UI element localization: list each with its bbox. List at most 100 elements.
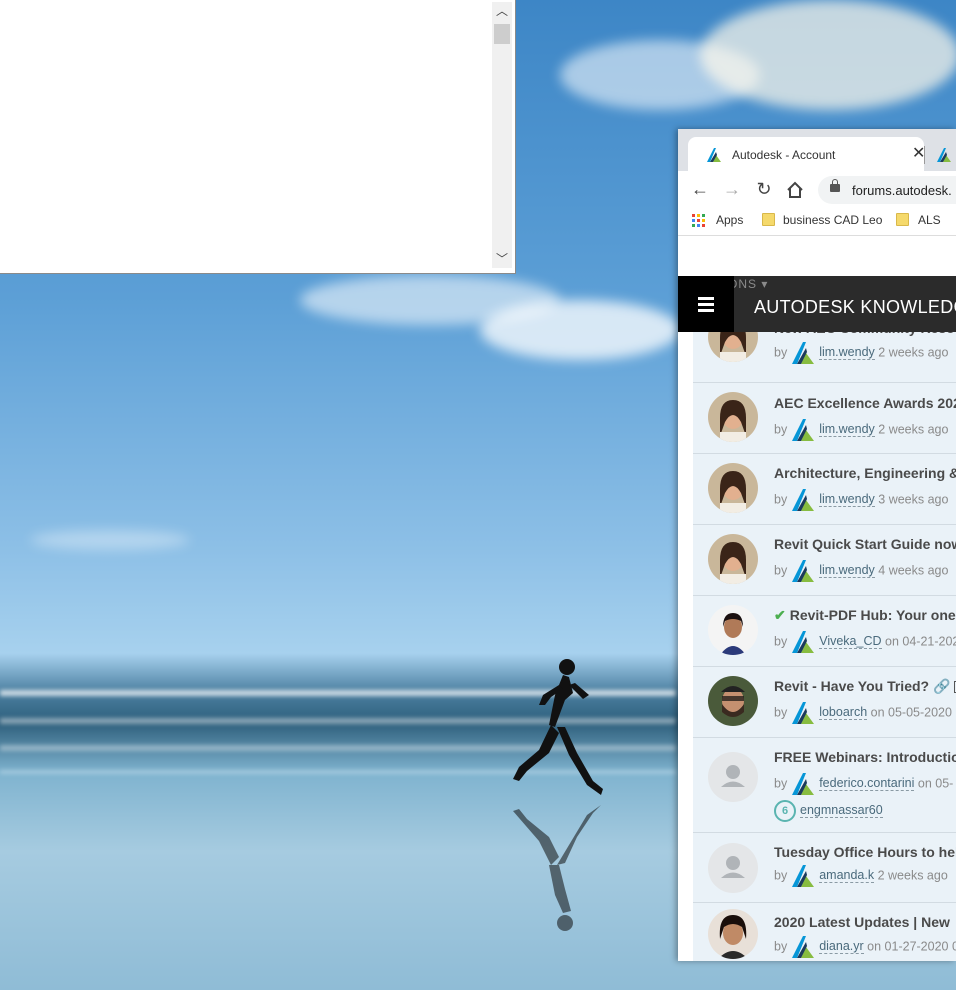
feed-item-title[interactable]: Revit Quick Start Guide now [774,536,956,552]
author-link[interactable]: lim.wendy [819,492,875,508]
feed-item-meta: by amanda.k 2 weeks ago [774,864,948,888]
feed-item-title-text: FREE Webinars: Introductio [774,749,956,765]
tab-title: Autodesk - Account [732,148,836,162]
author-link[interactable]: Viveka_CD [819,634,882,650]
feed-item-title-text: Revit Quick Start Guide now [774,536,956,552]
bookmark-business-cad-leo[interactable]: business CAD Leo [783,213,882,227]
feed-item[interactable]: FREE Webinars: Introductio by federico.con… [693,737,956,833]
post-time: 3 weeks ago [878,492,949,507]
reload-icon[interactable]: ↻ [753,179,775,200]
author-link[interactable]: amanda.k [819,868,875,884]
hamburger-menu-icon[interactable] [678,276,734,332]
vertical-scrollbar[interactable]: ︿ ﹀ [492,2,512,268]
autodesk-logo-icon [792,489,815,511]
feed-list: New AEC Community Resou by lim.wendy 2 wee… [693,332,956,961]
scroll-up-icon[interactable]: ︿ [492,2,512,20]
feed-item[interactable]: 2020 Latest Updates | New by diana.yr on 0… [693,902,956,961]
browser-toolbar: ← → ↻ forums.autodesk. [678,171,956,207]
author-link[interactable]: diana.yr [819,939,864,955]
scrollbar-thumb[interactable] [494,24,510,44]
tab-strip: Autodesk - Account ✕ [678,129,956,171]
avatar[interactable] [708,605,758,655]
avatar[interactable] [708,676,758,726]
author-link[interactable]: loboarch [819,705,868,721]
runner-reflection [513,805,601,931]
bookmarks-bar: Apps business CAD Leo ALS [678,207,956,236]
feed-item[interactable]: Architecture, Engineering & by lim.wendy 3… [693,453,956,525]
apps-grid-icon[interactable] [692,214,705,227]
feed-item-title-text: AEC Excellence Awards 2020 [774,395,956,411]
by-label: by [774,345,788,360]
feed-item-title[interactable]: Architecture, Engineering & [774,465,956,481]
user-photo [708,676,758,726]
by-label: by [774,939,788,954]
autodesk-logo-icon [792,773,815,795]
post-time: on 01-27-2020 0 [867,939,956,954]
autodesk-logo-icon [707,148,721,162]
user-photo [708,605,758,655]
author-link[interactable]: lim.wendy [819,345,875,361]
url-text: forums.autodesk. [852,183,952,198]
feed-item[interactable]: New AEC Community Resou by lim.wendy 2 wee… [693,332,956,383]
user-photo [708,909,758,959]
reply-author-link[interactable]: engmnassar60 [800,803,883,819]
avatar[interactable] [708,463,758,513]
feed-item-title[interactable]: AEC Excellence Awards 2020 [774,395,956,411]
feed-item[interactable]: Revit Quick Start Guide now by lim.wendy 4… [693,524,956,596]
by-label: by [774,492,788,507]
avatar[interactable] [708,534,758,584]
feed-item-title[interactable]: ✔ Revit-PDF Hub: Your one [774,607,956,624]
options-dropdown[interactable]: ONS ▾ [728,277,768,291]
back-arrow-icon[interactable]: ← [689,179,711,200]
autodesk-logo-icon [792,936,815,958]
scroll-down-icon[interactable]: ﹀ [492,250,512,268]
feed-item-title[interactable]: Tuesday Office Hours to hel [774,844,956,860]
by-label: by [774,563,788,578]
feed-item-title-text: New AEC Community Resou [774,332,956,336]
feed-item-meta: by loboarch on 05-05-2020 [774,701,952,725]
author-link[interactable]: federico.contarini [819,776,915,792]
home-icon[interactable] [786,181,804,199]
knowledge-title: AUTODESK KNOWLEDGE [754,297,956,317]
post-time: 2 weeks ago [878,422,949,437]
author-link[interactable]: lim.wendy [819,563,875,579]
user-photo [708,332,758,362]
feed-item-meta: by lim.wendy 2 weeks ago [774,418,948,442]
user-photo [708,534,758,584]
bookmark-apps[interactable]: Apps [716,213,743,227]
avatar[interactable] [708,752,758,802]
feed-item-title[interactable]: Revit - Have You Tried? 🔗 [774,678,956,695]
user-photo [708,463,758,513]
feed-item-meta: by lim.wendy 3 weeks ago [774,488,948,512]
feed-item-title[interactable]: New AEC Community Resou [774,332,956,336]
address-bar[interactable]: forums.autodesk. [818,176,956,204]
autodesk-logo-icon[interactable] [936,147,952,163]
bookmark-als[interactable]: ALS [918,213,941,227]
feed-item-meta: by diana.yr on 01-27-2020 0 [774,935,956,959]
feed-item[interactable]: Revit - Have You Tried? 🔗 by loboarch on 0… [693,666,956,738]
forward-arrow-icon[interactable]: → [721,179,743,200]
avatar[interactable] [708,909,758,959]
feed-item[interactable]: ✔ Revit-PDF Hub: Your one by Viveka_CD on 0… [693,595,956,667]
author-link[interactable]: lim.wendy [819,422,875,438]
feed-item-title-text: 2020 Latest Updates | New [774,914,950,930]
feed-item-title-text: Revit-PDF Hub: Your one [789,607,956,623]
autodesk-logo-icon [792,702,815,724]
browser-window: Autodesk - Account ✕ ← → ↻ forums.autode… [678,129,956,961]
post-time: 2 weeks ago [878,345,949,360]
tab-autodesk-account[interactable]: Autodesk - Account ✕ [688,137,925,171]
feed-item-meta: by Viveka_CD on 04-21-2020 [774,630,956,654]
tab-separator [924,146,925,164]
runner-silhouette [513,659,603,795]
avatar[interactable] [708,843,758,893]
feed-item[interactable]: Tuesday Office Hours to hel by amanda.k 2 … [693,832,956,903]
avatar[interactable] [708,392,758,442]
feed-item[interactable]: AEC Excellence Awards 2020 by lim.wendy 2 … [693,382,956,454]
avatar[interactable] [708,332,758,362]
user-photo [708,392,758,442]
post-time: on 05- [917,776,954,791]
post-time: 2 weeks ago [877,868,948,883]
feed-item-title[interactable]: 2020 Latest Updates | New [774,914,950,930]
user-placeholder-icon [721,765,745,787]
feed-item-title[interactable]: FREE Webinars: Introductio [774,749,956,765]
